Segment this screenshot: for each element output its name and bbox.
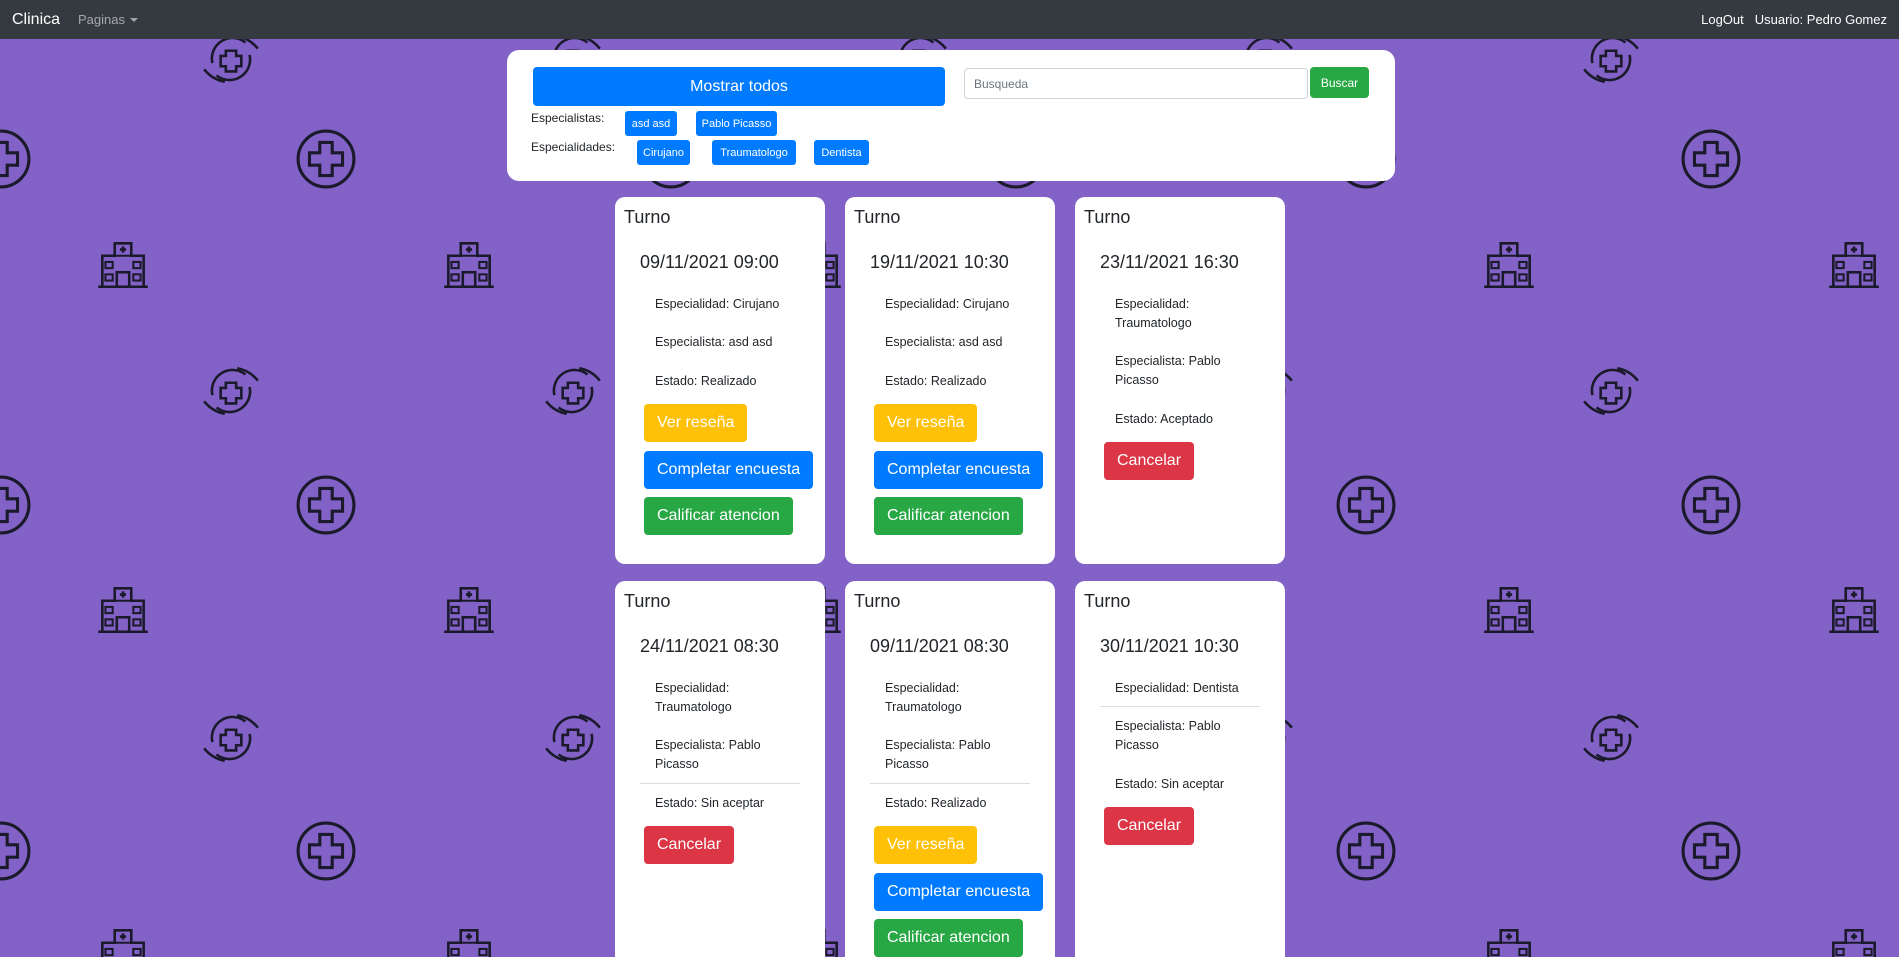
card-specialty: Especialidad: Cirujano	[885, 297, 1010, 311]
appointment-card: Turno 24/11/2021 08:30 Especialidad: Tra…	[615, 581, 825, 957]
card-divider	[1100, 706, 1260, 707]
cancel-button[interactable]: Cancelar	[644, 826, 735, 864]
card-status: Estado: Realizado	[885, 374, 987, 388]
brand-link[interactable]: Clinica	[12, 11, 60, 29]
card-date: 09/11/2021 09:00	[640, 252, 779, 272]
cross-circle-icon	[0, 474, 32, 536]
card-specialty: Especialidad: Traumatologo	[655, 681, 732, 714]
card-specialty: Especialidad: Traumatologo	[1115, 297, 1192, 330]
card-status: Estado: Sin aceptar	[1115, 777, 1225, 791]
search-button[interactable]: Buscar	[1310, 67, 1369, 98]
card-divider	[870, 783, 1030, 784]
card-date: 23/11/2021 16:30	[1100, 252, 1239, 272]
specialists-label: Especialistas:	[531, 111, 605, 125]
hospital-building-icon	[438, 578, 500, 640]
cross-circle-icon	[295, 474, 357, 536]
appointment-card: Turno 23/11/2021 16:30 Especialidad: Tra…	[1075, 197, 1285, 564]
hospital-building-icon	[1823, 920, 1885, 957]
card-title: Turno	[624, 207, 671, 227]
card-title: Turno	[1084, 207, 1131, 227]
card-specialist: Especialista: asd asd	[885, 335, 1003, 349]
cross-circle-icon	[1680, 820, 1742, 882]
care-hands-icon	[542, 707, 604, 769]
appointment-card: Turno 30/11/2021 10:30 Especialidad: Den…	[1075, 581, 1285, 957]
appointment-card: Turno 09/11/2021 08:30 Especialidad: Tra…	[845, 581, 1055, 957]
card-date: 24/11/2021 08:30	[640, 636, 779, 656]
search-input[interactable]: Busqueda	[964, 68, 1308, 99]
card-date: 19/11/2021 10:30	[870, 252, 1009, 272]
logout-link[interactable]: LogOut	[1701, 12, 1744, 27]
card-specialty: Especialidad: Dentista	[1115, 681, 1239, 695]
pages-dropdown[interactable]: Paginas	[78, 12, 138, 27]
specialist-filter-chip[interactable]: Pablo Picasso	[696, 111, 777, 136]
card-specialty: Especialidad: Traumatologo	[885, 681, 962, 714]
complete-survey-button[interactable]: Completar encuesta	[874, 451, 1044, 489]
hospital-building-icon	[1823, 233, 1885, 295]
caret-down-icon	[130, 17, 138, 22]
appointment-card: Turno 19/11/2021 10:30 Especialidad: Cir…	[845, 197, 1055, 564]
rate-attention-button[interactable]: Calificar atencion	[644, 497, 793, 535]
specialty-filter-chip[interactable]: Dentista	[814, 140, 869, 165]
cancel-button[interactable]: Cancelar	[1104, 807, 1195, 845]
card-divider	[640, 783, 800, 784]
cross-circle-icon	[0, 128, 32, 190]
specialist-filter-chip[interactable]: asd asd	[625, 111, 677, 136]
cancel-button[interactable]: Cancelar	[1104, 442, 1195, 480]
user-label: Usuario: Pedro Gomez	[1754, 12, 1887, 27]
navbar: Clinica Paginas LogOut Usuario: Pedro Go…	[0, 0, 1899, 39]
specialty-filter-chip[interactable]: Cirujano	[637, 140, 690, 165]
rate-attention-button[interactable]: Calificar atencion	[874, 919, 1023, 957]
show-all-button[interactable]: Mostrar todos	[533, 67, 945, 106]
hospital-building-icon	[92, 920, 154, 957]
care-hands-icon	[1580, 707, 1642, 769]
card-date: 30/11/2021 10:30	[1100, 636, 1239, 656]
specialties-label: Especialidades:	[531, 140, 616, 154]
cross-circle-icon	[1680, 474, 1742, 536]
card-date: 09/11/2021 08:30	[870, 636, 1009, 656]
cross-circle-icon	[295, 128, 357, 190]
care-hands-icon	[200, 707, 262, 769]
care-hands-icon	[542, 360, 604, 422]
card-title: Turno	[854, 591, 901, 611]
card-status: Estado: Realizado	[655, 374, 757, 388]
care-hands-icon	[200, 360, 262, 422]
appointment-card: Turno 09/11/2021 09:00 Especialidad: Cir…	[615, 197, 825, 564]
card-specialty: Especialidad: Cirujano	[655, 297, 780, 311]
filter-panel: Mostrar todos Busqueda Buscar Especialis…	[507, 50, 1395, 181]
card-status: Estado: Realizado	[885, 796, 987, 810]
hospital-building-icon	[92, 233, 154, 295]
card-specialist: Especialista: asd asd	[655, 335, 773, 349]
hospital-building-icon	[1478, 233, 1540, 295]
card-title: Turno	[1084, 591, 1131, 611]
cross-circle-icon	[1335, 820, 1397, 882]
pages-dropdown-label: Paginas	[78, 12, 125, 27]
card-title: Turno	[624, 591, 671, 611]
cross-circle-icon	[0, 820, 32, 882]
hospital-building-icon	[438, 920, 500, 957]
hospital-building-icon	[1478, 578, 1540, 640]
card-specialist: Especialista: Pablo Picasso	[1115, 719, 1221, 752]
card-specialist: Especialista: Pablo Picasso	[1115, 354, 1221, 387]
hospital-building-icon	[438, 233, 500, 295]
cross-circle-icon	[1335, 474, 1397, 536]
view-review-button[interactable]: Ver reseña	[874, 404, 978, 442]
hospital-building-icon	[92, 578, 154, 640]
rate-attention-button[interactable]: Calificar atencion	[874, 497, 1023, 535]
care-hands-icon	[1580, 360, 1642, 422]
hospital-building-icon	[1478, 920, 1540, 957]
cross-circle-icon	[295, 820, 357, 882]
card-status: Estado: Sin aceptar	[655, 796, 765, 810]
hospital-building-icon	[1823, 578, 1885, 640]
search-placeholder: Busqueda	[974, 76, 1029, 91]
card-specialist: Especialista: Pablo Picasso	[655, 738, 761, 771]
specialty-filter-chip[interactable]: Traumatologo	[712, 140, 796, 165]
view-review-button[interactable]: Ver reseña	[874, 826, 978, 864]
card-specialist: Especialista: Pablo Picasso	[885, 738, 991, 771]
complete-survey-button[interactable]: Completar encuesta	[874, 873, 1044, 911]
cross-circle-icon	[1680, 128, 1742, 190]
complete-survey-button[interactable]: Completar encuesta	[644, 451, 814, 489]
view-review-button[interactable]: Ver reseña	[644, 404, 748, 442]
card-title: Turno	[854, 207, 901, 227]
card-status: Estado: Aceptado	[1115, 412, 1213, 426]
